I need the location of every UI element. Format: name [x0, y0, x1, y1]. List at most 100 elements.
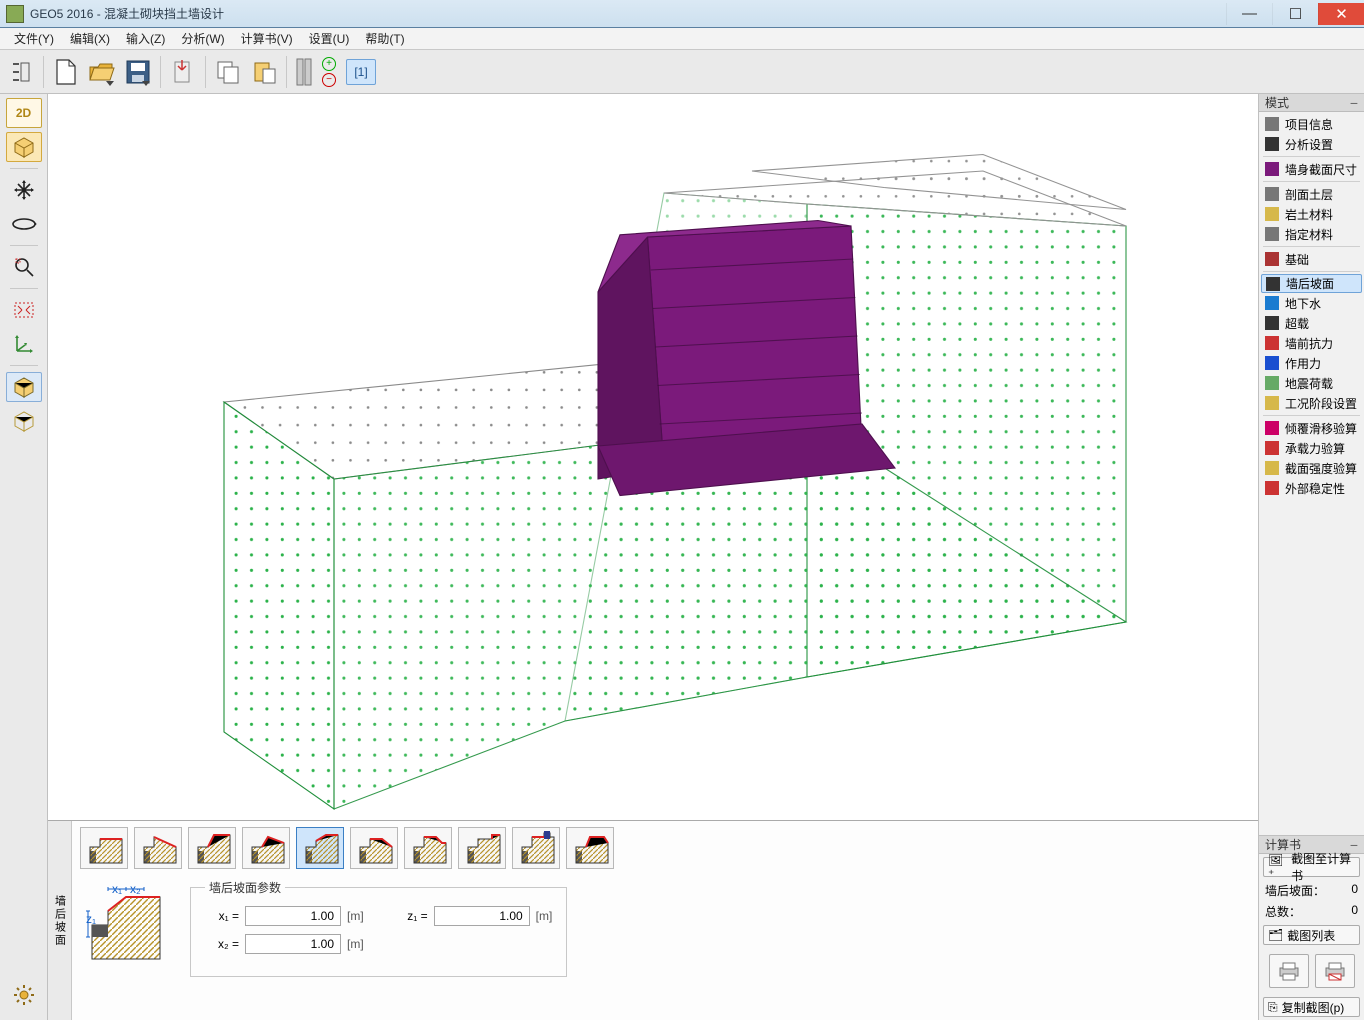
params-group-title: 墙后坡面参数 [205, 879, 285, 896]
mode-icon [1265, 227, 1279, 241]
view-shaded-box-icon[interactable] [6, 372, 42, 402]
mode-icon [1265, 137, 1279, 151]
close-button[interactable]: ✕ [1318, 3, 1364, 25]
shape-option-4[interactable] [296, 827, 344, 869]
mode-item-4[interactable]: 岩土材料 [1259, 204, 1364, 224]
mode-icon [1265, 441, 1279, 455]
menu-help[interactable]: 帮助(T) [357, 28, 412, 49]
mode-item-3[interactable]: 剖面土层 [1259, 184, 1364, 204]
shape-option-3[interactable] [242, 827, 290, 869]
viewport-3d[interactable] [48, 94, 1258, 820]
mode-item-6[interactable]: 基础 [1259, 249, 1364, 269]
stage-remove-icon[interactable]: − [322, 73, 336, 87]
mode-icon [1266, 277, 1280, 291]
mode-item-7[interactable]: 墙后坡面 [1261, 274, 1362, 293]
view-wire-box-icon[interactable] [6, 406, 42, 436]
shape-option-0[interactable] [80, 827, 128, 869]
export-icon[interactable] [166, 53, 200, 91]
params-group: 墙后坡面参数 x₁ = [m] x₂ = [190, 879, 567, 977]
stage-1-button[interactable]: [1] [346, 59, 376, 85]
collapse-icon[interactable]: − [1350, 95, 1358, 111]
mode-item-2[interactable]: 墙身截面尺寸 [1259, 159, 1364, 179]
print-alt-button[interactable] [1315, 954, 1355, 988]
shape-option-7[interactable] [458, 827, 506, 869]
modes-header[interactable]: 模式− [1259, 94, 1364, 112]
mode-item-1[interactable]: 分析设置 [1259, 134, 1364, 154]
menu-calcbook[interactable]: 计算书(V) [233, 28, 301, 49]
mode-label: 地震荷载 [1285, 375, 1333, 392]
mode-item-5[interactable]: 指定材料 [1259, 224, 1364, 244]
fit-view-icon[interactable] [6, 295, 42, 325]
z1-input[interactable] [434, 906, 530, 926]
new-file-icon[interactable] [49, 53, 83, 91]
mode-item-10[interactable]: 墙前抗力 [1259, 333, 1364, 353]
shape-option-8[interactable] [512, 827, 560, 869]
x1-input[interactable] [245, 906, 341, 926]
mode-label: 超载 [1285, 315, 1309, 332]
mode-item-15[interactable]: 承载力验算 [1259, 438, 1364, 458]
mode-item-14[interactable]: 倾覆滑移验算 [1259, 418, 1364, 438]
copy-screenshot-button[interactable]: ⎘复制截图(p) [1263, 997, 1360, 1017]
mode-icon [1265, 117, 1279, 131]
orbit-icon[interactable] [6, 209, 42, 239]
toggle-tree-icon[interactable] [4, 53, 38, 91]
menu-settings[interactable]: 设置(U) [301, 28, 358, 49]
shape-option-5[interactable] [350, 827, 398, 869]
mode-item-17[interactable]: 外部稳定性 [1259, 478, 1364, 498]
stage-manager-icon[interactable] [292, 53, 316, 91]
mode-item-16[interactable]: 截面强度验算 [1259, 458, 1364, 478]
shape-option-1[interactable] [134, 827, 182, 869]
save-file-icon[interactable] [121, 53, 155, 91]
screenshot-list-button[interactable]: 🗂截图列表 [1263, 925, 1360, 945]
mode-label: 倾覆滑移验算 [1285, 420, 1357, 437]
mode-label: 工况阶段设置 [1285, 395, 1357, 412]
stage-add-icon[interactable]: + [322, 57, 336, 71]
panel-side-label: 墙后坡面 [48, 821, 72, 1020]
open-file-icon[interactable] [85, 53, 119, 91]
shape-option-2[interactable] [188, 827, 236, 869]
mode-item-0[interactable]: 项目信息 [1259, 114, 1364, 134]
shape-option-9[interactable] [566, 827, 614, 869]
pan-icon[interactable] [6, 175, 42, 205]
axes-icon[interactable] [6, 329, 42, 359]
mode-label: 地下水 [1285, 295, 1321, 312]
x1-label: x₁ = [205, 909, 239, 923]
modes-list: 项目信息分析设置墙身截面尺寸剖面土层岩土材料指定材料基础墙后坡面地下水超载墙前抗… [1259, 112, 1364, 500]
menu-input[interactable]: 输入(Z) [118, 28, 173, 49]
model-render [48, 94, 1258, 820]
maximize-button[interactable]: ☐ [1272, 3, 1318, 25]
print-button[interactable] [1269, 954, 1309, 988]
stage-add-remove: + − [322, 57, 336, 87]
view-2d-button[interactable]: 2D [6, 98, 42, 128]
titlebar: GEO5 2016 - 混凝土砌块挡土墙设计 — ☐ ✕ [0, 0, 1364, 28]
menu-file[interactable]: 文件(Y) [6, 28, 62, 49]
mode-label: 墙身截面尺寸 [1285, 161, 1357, 178]
calc-line1-label: 墙后坡面： [1265, 882, 1325, 899]
view-settings-icon[interactable] [6, 980, 42, 1010]
mode-item-12[interactable]: 地震荷载 [1259, 373, 1364, 393]
menu-analysis[interactable]: 分析(W) [173, 28, 232, 49]
shape-picker [80, 827, 1250, 869]
mode-icon [1265, 336, 1279, 350]
calc-line2-label: 总数： [1265, 903, 1301, 920]
shape-option-6[interactable] [404, 827, 452, 869]
zoom-icon[interactable] [6, 252, 42, 282]
mode-label: 作用力 [1285, 355, 1321, 372]
view-3d-button[interactable] [6, 132, 42, 162]
x2-input[interactable] [245, 934, 341, 954]
mode-item-9[interactable]: 超载 [1259, 313, 1364, 333]
mode-label: 基础 [1285, 251, 1309, 268]
mode-item-13[interactable]: 工况阶段设置 [1259, 393, 1364, 413]
mode-label: 剖面土层 [1285, 186, 1333, 203]
mode-item-11[interactable]: 作用力 [1259, 353, 1364, 373]
screenshot-to-book-button[interactable]: 🖼⁺截图至计算书 [1263, 857, 1360, 877]
copy-icon[interactable] [211, 53, 245, 91]
minimize-button[interactable]: — [1226, 3, 1272, 25]
mode-item-8[interactable]: 地下水 [1259, 293, 1364, 313]
menubar: 文件(Y) 编辑(X) 输入(Z) 分析(W) 计算书(V) 设置(U) 帮助(… [0, 28, 1364, 50]
mode-label: 项目信息 [1285, 116, 1333, 133]
app-icon [6, 5, 24, 23]
menu-edit[interactable]: 编辑(X) [62, 28, 118, 49]
paste-icon[interactable] [247, 53, 281, 91]
x2-label: x₂ = [205, 937, 239, 951]
